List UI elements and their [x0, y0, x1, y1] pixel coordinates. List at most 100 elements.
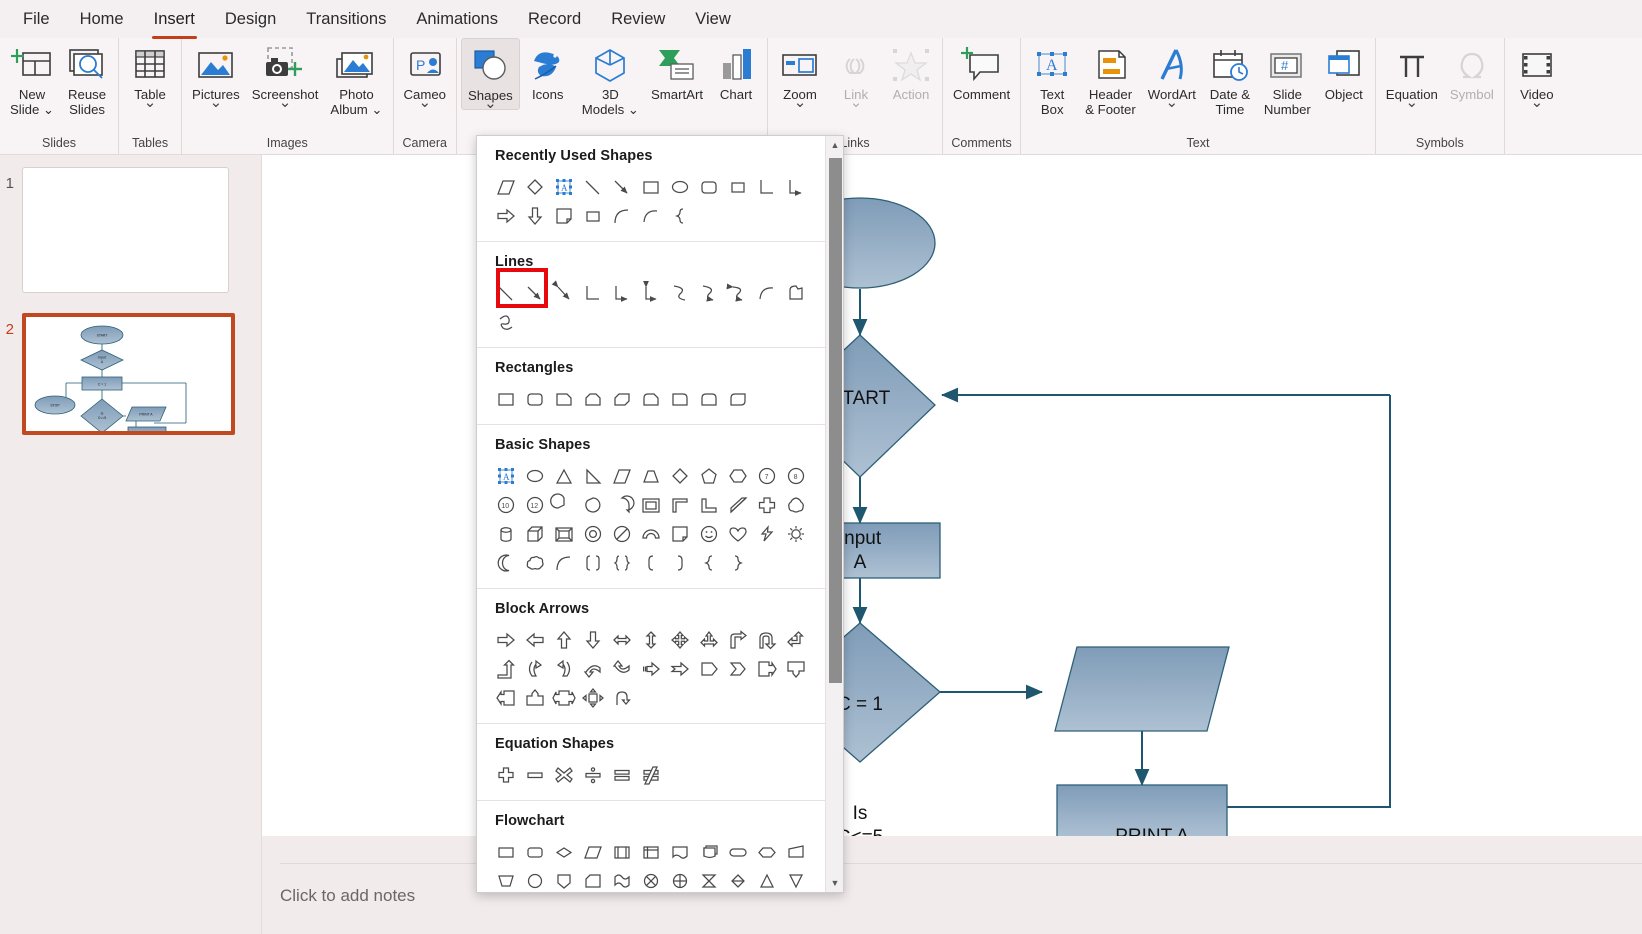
3d-models-button[interactable]: 3D Models ⌄ [576, 38, 645, 117]
shape-elbow-double-arrow-connector[interactable] [636, 278, 665, 307]
chevron-down-icon[interactable]: ⌄ [1531, 95, 1544, 110]
shape-up-arrow-callout[interactable] [520, 683, 549, 712]
shape-trapezoid[interactable] [636, 461, 665, 490]
menu-item-insert[interactable]: Insert [139, 5, 210, 39]
shape-multiply-sign[interactable] [549, 760, 578, 789]
notes-pane[interactable]: Click to add notes [262, 836, 1642, 934]
shape-round-same-side-corner-rectangle[interactable] [694, 384, 723, 413]
shape-dodecagon[interactable]: 12 [520, 490, 549, 519]
shape-snip-same-side-corner-rectangle[interactable] [578, 384, 607, 413]
shape-left-right-arrow-callout[interactable] [549, 683, 578, 712]
shape-cloud[interactable] [520, 548, 549, 577]
shape-right-bracket[interactable] [665, 548, 694, 577]
shape-line[interactable] [578, 172, 607, 201]
shape-line-arrow[interactable] [520, 278, 549, 307]
menu-item-record[interactable]: Record [513, 5, 596, 34]
shape-lightning-bolt[interactable] [752, 519, 781, 548]
shape-curve[interactable] [636, 201, 665, 230]
chevron-down-icon[interactable]: ⌄ [1166, 95, 1179, 110]
zoom-button[interactable]: Zoom ⌄ [772, 38, 828, 110]
shape-curved-down-arrow[interactable] [607, 654, 636, 683]
shape-rounded-rectangle[interactable] [694, 172, 723, 201]
shape-left-bracket[interactable] [636, 548, 665, 577]
shape-equal-sign[interactable] [607, 760, 636, 789]
shape-pie[interactable] [549, 490, 578, 519]
shape-no-symbol[interactable] [607, 519, 636, 548]
table-button[interactable]: Table ⌄ [123, 38, 177, 110]
shape-division-sign[interactable] [578, 760, 607, 789]
slide-thumbnail-2[interactable]: 2 START Input A C = 1 Is C<=5 STOP PRINT… [0, 313, 235, 435]
shape-left-right-up-arrow[interactable] [694, 625, 723, 654]
smartart-button[interactable]: SmartArt [645, 38, 709, 102]
slide-preview-2[interactable]: START Input A C = 1 Is C<=5 STOP PRINT A C… [22, 313, 235, 435]
chevron-down-icon[interactable]: ⌄ [279, 95, 292, 110]
shape-right-arrow-callout[interactable] [752, 654, 781, 683]
shape-block-arc[interactable] [636, 519, 665, 548]
shape-curved-connector[interactable] [665, 278, 694, 307]
shape-heptagon[interactable]: 7 [752, 461, 781, 490]
shape-cylinder[interactable] [491, 519, 520, 548]
shape-hexagon[interactable] [723, 461, 752, 490]
notes-placeholder[interactable]: Click to add notes [280, 886, 415, 906]
shape-flowchart-connector[interactable] [520, 866, 549, 892]
shape-down-arrow[interactable] [578, 625, 607, 654]
slide-editor[interactable]: START Input A C = 1 Is C<=5 PRINT A C = … [262, 155, 1642, 934]
new-slide-button[interactable]: New Slide ⌄ [4, 38, 60, 117]
menu-item-transitions[interactable]: Transitions [291, 5, 401, 34]
shape-plus-sign[interactable] [491, 760, 520, 789]
shape-flowchart-predefined-process[interactable] [607, 837, 636, 866]
shape-flowchart-internal-storage[interactable] [636, 837, 665, 866]
date-time-button[interactable]: Date & Time [1202, 38, 1258, 117]
shape-diamond[interactable] [520, 172, 549, 201]
chevron-down-icon[interactable]: ⌄ [418, 95, 431, 110]
shape-not-equal-sign[interactable] [636, 760, 665, 789]
shape-chord[interactable] [578, 490, 607, 519]
shape-pentagon[interactable] [694, 461, 723, 490]
shape-u-turn-arrow[interactable] [752, 625, 781, 654]
slide-thumbnail-panel[interactable]: 1 2 START Input A C = 1 Is C<=5 STOP PRI… [0, 155, 262, 934]
shape-right-brace[interactable] [723, 548, 752, 577]
shape-snip-diagonal-corner-rectangle[interactable] [607, 384, 636, 413]
cameo-button[interactable]: P Cameo ⌄ [398, 38, 453, 110]
shape-circular-arrow[interactable] [607, 683, 636, 712]
menu-item-design[interactable]: Design [210, 5, 291, 34]
shape-up-down-arrow[interactable] [636, 625, 665, 654]
shape-curved-left-arrow[interactable] [549, 654, 578, 683]
scrollbar-thumb[interactable] [829, 158, 842, 683]
shape-text-box[interactable]: A [491, 461, 520, 490]
shape-left-arrow-callout[interactable] [491, 683, 520, 712]
shape-bent-arrow[interactable] [723, 625, 752, 654]
shape-arc[interactable] [607, 201, 636, 230]
shapes-gallery-dropdown[interactable]: Recently Used Shapes A Lines Rectangles Basi… [476, 135, 844, 893]
shape-double-bracket[interactable] [578, 548, 607, 577]
shape-smiley-face[interactable] [694, 519, 723, 548]
reuse-slides-button[interactable]: Reuse Slides [60, 38, 114, 117]
shape-line-double-arrow[interactable] [549, 278, 578, 307]
slide-canvas[interactable]: START Input A C = 1 Is C<=5 PRINT A C = … [262, 155, 1642, 836]
header-footer-button[interactable]: Header & Footer [1079, 38, 1142, 117]
shape-folded-corner[interactable] [665, 519, 694, 548]
photo-album-button[interactable]: Photo Album ⌄ [324, 38, 388, 117]
shape-line-arrow[interactable] [607, 172, 636, 201]
shape-line[interactable] [491, 278, 520, 307]
shape-curved-right-arrow[interactable] [520, 654, 549, 683]
shape-right-triangle[interactable] [578, 461, 607, 490]
shape-flowchart-data[interactable] [578, 837, 607, 866]
shape-flowchart-collate[interactable] [694, 866, 723, 892]
shape-parallelogram[interactable] [607, 461, 636, 490]
shape-round-single-corner-rectangle[interactable] [665, 384, 694, 413]
menu-item-file[interactable]: File [8, 5, 65, 34]
shape-decagon[interactable]: 10 [491, 490, 520, 519]
shape-flowchart-punched-tape[interactable] [607, 866, 636, 892]
shape-freeform-shape[interactable] [781, 278, 810, 307]
shape-right-arrow[interactable] [491, 625, 520, 654]
shape-snip-and-round-single-corner-rectangle[interactable] [636, 384, 665, 413]
chevron-down-icon[interactable]: ⌄ [850, 95, 863, 110]
shape-up-arrow[interactable] [549, 625, 578, 654]
shape-frame[interactable] [636, 490, 665, 519]
shape-rectangle[interactable] [636, 172, 665, 201]
shape-heart[interactable] [723, 519, 752, 548]
shape-sun[interactable] [781, 519, 810, 548]
shape-curve[interactable] [752, 278, 781, 307]
shape-bevel[interactable] [549, 519, 578, 548]
